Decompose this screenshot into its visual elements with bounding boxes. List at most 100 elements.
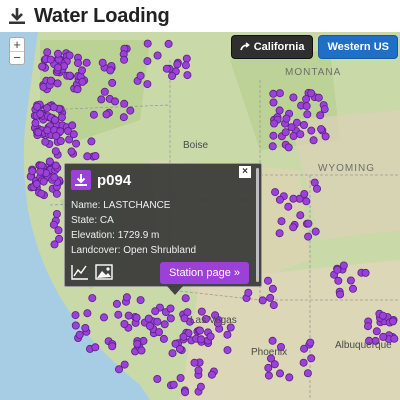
station-marker[interactable]	[49, 220, 58, 229]
station-marker[interactable]	[302, 197, 311, 206]
station-marker[interactable]	[49, 103, 58, 112]
station-marker[interactable]	[275, 229, 284, 238]
station-marker[interactable]	[100, 87, 109, 96]
station-marker[interactable]	[34, 128, 43, 137]
station-marker[interactable]	[112, 299, 121, 308]
station-marker[interactable]	[268, 284, 277, 293]
station-marker[interactable]	[263, 276, 272, 285]
station-marker[interactable]	[268, 336, 277, 345]
station-marker[interactable]	[264, 371, 273, 380]
station-marker[interactable]	[181, 294, 190, 303]
station-marker[interactable]	[312, 184, 321, 193]
image-icon[interactable]	[95, 264, 113, 280]
station-marker[interactable]	[102, 110, 111, 119]
station-marker[interactable]	[307, 126, 316, 135]
station-marker[interactable]	[196, 382, 205, 391]
station-marker[interactable]	[91, 343, 100, 352]
zoom-in-button[interactable]: +	[10, 38, 24, 51]
station-marker[interactable]	[195, 326, 204, 335]
station-marker[interactable]	[316, 111, 325, 120]
popup-scrollbar[interactable]	[256, 168, 259, 282]
station-marker[interactable]	[46, 55, 55, 64]
station-marker[interactable]	[302, 102, 311, 111]
station-marker[interactable]	[164, 39, 173, 48]
station-marker[interactable]	[108, 78, 117, 87]
station-marker[interactable]	[82, 58, 91, 67]
station-marker[interactable]	[153, 51, 162, 60]
station-marker[interactable]	[166, 304, 175, 313]
station-marker[interactable]	[153, 374, 162, 383]
station-marker[interactable]	[304, 219, 313, 228]
station-marker[interactable]	[333, 265, 342, 274]
station-marker[interactable]	[275, 195, 284, 204]
station-marker[interactable]	[151, 307, 160, 316]
station-marker[interactable]	[289, 223, 298, 232]
station-marker[interactable]	[87, 137, 96, 146]
station-page-button[interactable]: Station page »	[160, 262, 249, 284]
california-button[interactable]: California	[230, 35, 314, 59]
station-marker[interactable]	[119, 113, 128, 122]
station-marker[interactable]	[145, 321, 154, 330]
station-marker[interactable]	[346, 276, 355, 285]
station-marker[interactable]	[39, 177, 48, 186]
station-marker[interactable]	[304, 232, 313, 241]
station-marker[interactable]	[266, 293, 275, 302]
station-marker[interactable]	[183, 71, 192, 80]
station-marker[interactable]	[50, 173, 59, 182]
station-marker[interactable]	[269, 301, 278, 310]
station-marker[interactable]	[179, 332, 188, 341]
station-marker[interactable]	[388, 317, 397, 326]
station-marker[interactable]	[175, 344, 184, 353]
station-marker[interactable]	[32, 179, 41, 188]
station-marker[interactable]	[55, 234, 64, 243]
station-marker[interactable]	[181, 388, 190, 397]
zoom-out-button[interactable]: −	[10, 51, 24, 64]
station-marker[interactable]	[264, 363, 273, 372]
station-marker[interactable]	[372, 327, 381, 336]
station-marker[interactable]	[160, 320, 169, 329]
station-marker[interactable]	[270, 119, 279, 128]
station-marker[interactable]	[180, 314, 189, 323]
station-marker[interactable]	[285, 373, 294, 382]
station-marker[interactable]	[120, 319, 129, 328]
station-marker[interactable]	[270, 360, 279, 369]
station-marker[interactable]	[181, 61, 190, 70]
station-marker[interactable]	[65, 71, 74, 80]
station-marker[interactable]	[269, 131, 278, 140]
station-marker[interactable]	[348, 284, 357, 293]
station-marker[interactable]	[268, 142, 277, 151]
station-marker[interactable]	[168, 72, 177, 81]
station-marker[interactable]	[307, 89, 316, 98]
station-marker[interactable]	[114, 310, 123, 319]
station-marker[interactable]	[197, 335, 206, 344]
station-marker[interactable]	[54, 49, 63, 58]
station-marker[interactable]	[143, 80, 152, 89]
station-marker[interactable]	[108, 342, 117, 351]
station-marker[interactable]	[124, 311, 133, 320]
station-marker[interactable]	[136, 71, 145, 80]
station-marker[interactable]	[194, 366, 203, 375]
station-marker[interactable]	[67, 147, 76, 156]
station-marker[interactable]	[115, 365, 124, 374]
station-marker[interactable]	[307, 354, 316, 363]
close-icon[interactable]: ×	[239, 166, 251, 178]
station-marker[interactable]	[71, 321, 80, 330]
station-marker[interactable]	[36, 110, 45, 119]
station-marker[interactable]	[78, 66, 87, 75]
station-marker[interactable]	[302, 95, 311, 104]
station-marker[interactable]	[74, 59, 83, 68]
station-marker[interactable]	[244, 288, 253, 297]
station-marker[interactable]	[88, 294, 97, 303]
station-marker[interactable]	[317, 125, 326, 134]
chart-icon[interactable]	[71, 264, 89, 280]
station-marker[interactable]	[53, 79, 62, 88]
station-marker[interactable]	[51, 116, 60, 125]
station-marker[interactable]	[57, 113, 66, 122]
station-marker[interactable]	[207, 370, 216, 379]
station-marker[interactable]	[126, 106, 135, 115]
station-marker[interactable]	[339, 261, 348, 270]
station-marker[interactable]	[100, 313, 109, 322]
station-marker[interactable]	[182, 54, 191, 63]
station-marker[interactable]	[299, 358, 308, 367]
station-marker[interactable]	[336, 290, 345, 299]
